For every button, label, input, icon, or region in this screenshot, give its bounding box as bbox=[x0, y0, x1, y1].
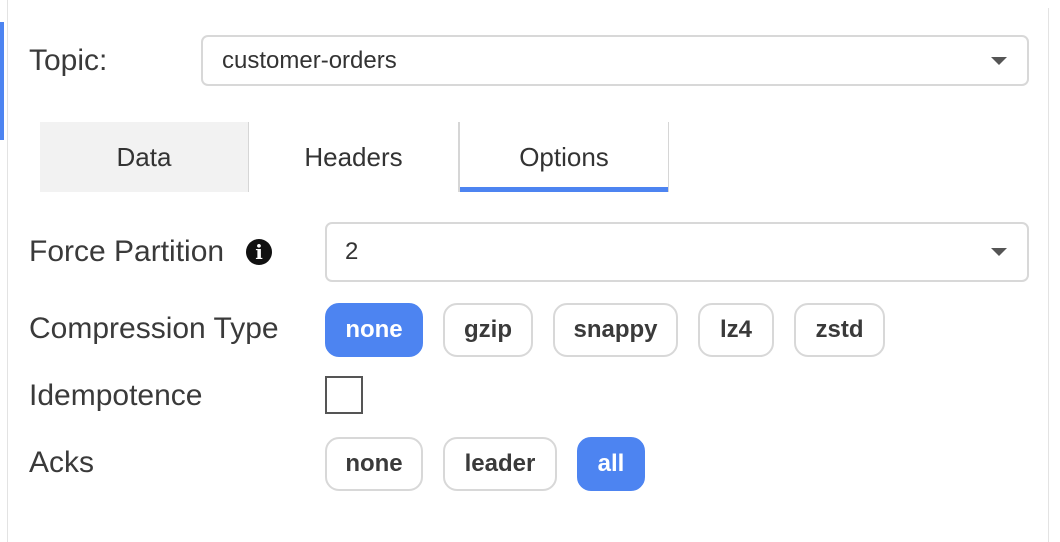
acks-leader-button[interactable]: leader bbox=[443, 437, 557, 491]
force-partition-label: Force Partition bbox=[29, 235, 225, 268]
topic-label: Topic: bbox=[29, 44, 108, 77]
compression-type-label: Compression Type bbox=[29, 312, 279, 345]
topic-select[interactable]: customer-orders bbox=[201, 35, 1029, 86]
tab-data[interactable]: Data bbox=[40, 122, 249, 192]
compression-none-button[interactable]: none bbox=[325, 303, 423, 357]
left-accent-bar bbox=[0, 22, 4, 140]
right-divider bbox=[1048, 8, 1049, 542]
force-partition-select[interactable]: 2 bbox=[325, 222, 1029, 282]
tab-headers-label: Headers bbox=[304, 141, 403, 172]
chevron-down-icon bbox=[991, 56, 1007, 65]
force-partition-value: 2 bbox=[345, 238, 359, 265]
acks-all-button[interactable]: all bbox=[577, 437, 645, 491]
tab-options[interactable]: Options bbox=[459, 122, 669, 192]
compression-zstd-button[interactable]: zstd bbox=[794, 303, 885, 357]
left-divider bbox=[7, 0, 8, 542]
producer-options-panel: Topic: customer-orders Data Headers Opti… bbox=[0, 0, 1060, 542]
idempotence-checkbox[interactable] bbox=[325, 376, 363, 414]
acks-none-button[interactable]: none bbox=[325, 437, 423, 491]
idempotence-label: Idempotence bbox=[29, 379, 203, 412]
active-tab-indicator bbox=[460, 187, 668, 192]
tab-headers[interactable]: Headers bbox=[249, 122, 459, 192]
info-icon[interactable]: i bbox=[246, 239, 272, 265]
tab-options-label: Options bbox=[519, 141, 609, 172]
tab-data-label: Data bbox=[116, 141, 172, 172]
compression-gzip-button[interactable]: gzip bbox=[443, 303, 533, 357]
compression-lz4-button[interactable]: lz4 bbox=[698, 303, 774, 357]
compression-snappy-button[interactable]: snappy bbox=[553, 303, 678, 357]
acks-label: Acks bbox=[29, 446, 95, 479]
chevron-down-icon bbox=[991, 248, 1007, 256]
topic-select-value: customer-orders bbox=[222, 46, 397, 74]
